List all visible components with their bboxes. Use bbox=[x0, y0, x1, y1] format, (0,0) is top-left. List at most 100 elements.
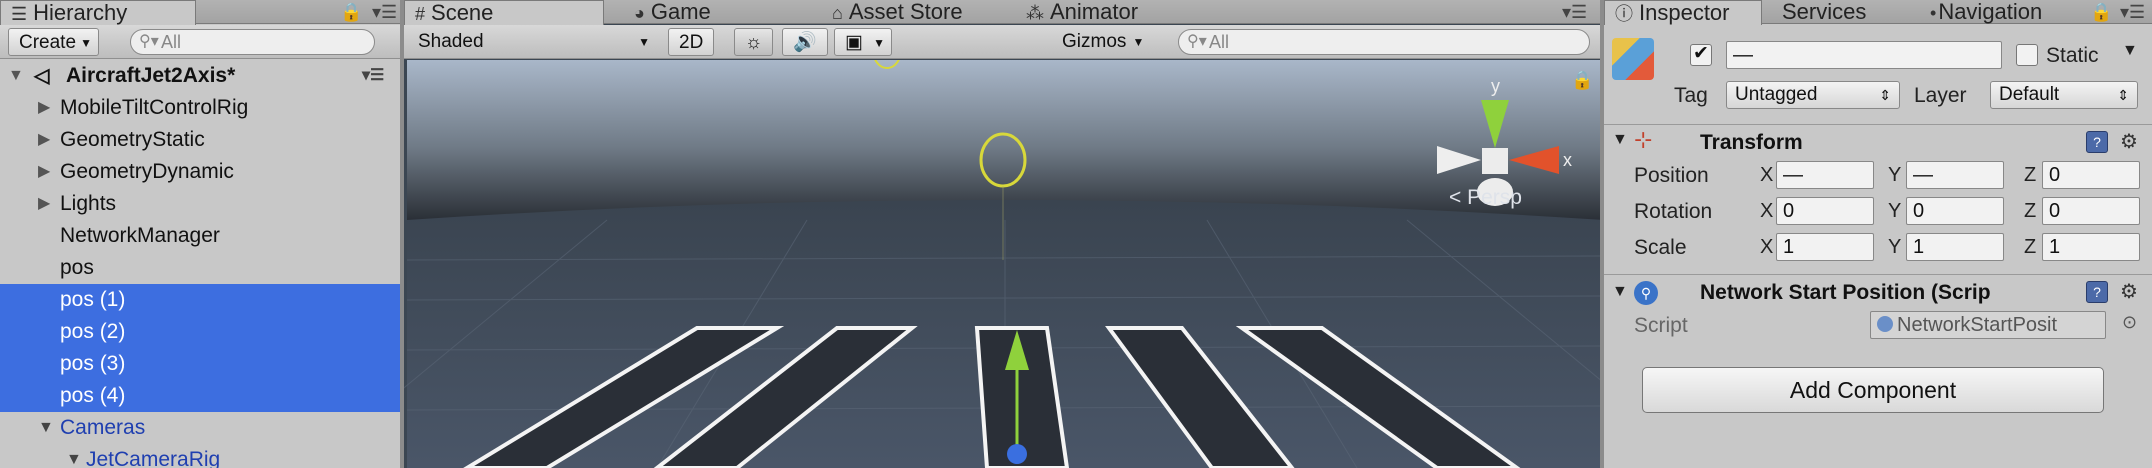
gizmo-y-label: y bbox=[1491, 76, 1500, 96]
position-x-field[interactable]: — bbox=[1776, 161, 1874, 189]
caret-down-icon: ▼ bbox=[873, 36, 885, 50]
panel-menu-icon[interactable]: ▾☰ bbox=[2120, 2, 2145, 23]
position-y-field[interactable]: — bbox=[1906, 161, 2004, 189]
collapsed-arrow-icon[interactable]: ▶ bbox=[38, 124, 50, 156]
scene-viewport[interactable]: y x 🔒 bbox=[404, 60, 1600, 468]
hierarchy-search-input[interactable]: ⚲▾ All bbox=[130, 29, 375, 55]
panel-menu-icon[interactable]: ▾☰ bbox=[1562, 2, 1587, 23]
gizmos-dropdown[interactable]: Gizmos ▼ bbox=[1052, 28, 1148, 56]
lighting-toggle[interactable]: ☼ bbox=[734, 28, 774, 56]
transform-icon: ⊹ bbox=[1634, 127, 1653, 152]
tag-dropdown[interactable]: Untagged ⇕ bbox=[1726, 81, 1900, 109]
z-axis-label: Z bbox=[2024, 236, 2037, 258]
y-axis-label: Y bbox=[1888, 164, 1902, 186]
updown-caret-icon: ⇕ bbox=[1879, 87, 1891, 103]
collapsed-arrow-icon[interactable]: ▶ bbox=[38, 156, 50, 188]
object-name-field[interactable]: — bbox=[1726, 41, 2002, 69]
tab-animator[interactable]: ⁂ Animator bbox=[1016, 0, 1148, 24]
lock-icon[interactable]: 🔒 bbox=[340, 2, 362, 23]
rotation-z-field[interactable]: 0 bbox=[2042, 197, 2140, 225]
hierarchy-item-cameras[interactable]: ▼ Cameras bbox=[0, 412, 400, 444]
active-checkbox[interactable] bbox=[1690, 42, 1712, 66]
panel-menu-icon[interactable]: ▾☰ bbox=[372, 2, 397, 23]
scene-tabbar: # Scene ◕ Game ⌂ Asset Store ⁂ Animator ▾☰ bbox=[404, 0, 1600, 25]
tab-hierarchy[interactable]: ☰ Hierarchy bbox=[0, 0, 196, 25]
add-component-button[interactable]: Add Component bbox=[1642, 367, 2104, 413]
hierarchy-item-pos[interactable]: pos bbox=[0, 252, 400, 284]
help-icon[interactable]: ? bbox=[2086, 281, 2108, 303]
hierarchy-item-networkmanager[interactable]: NetworkManager bbox=[0, 220, 400, 252]
hierarchy-item-pos-3[interactable]: pos (3) bbox=[0, 348, 400, 380]
audio-toggle[interactable]: 🔊 bbox=[782, 28, 828, 56]
gizmo-x-label: x bbox=[1563, 150, 1572, 170]
lock-icon[interactable]: 🔒 bbox=[2090, 2, 2112, 23]
y-axis-label: Y bbox=[1888, 236, 1902, 258]
static-caret-icon[interactable]: ▼ bbox=[2122, 42, 2138, 60]
caret-down-icon: ▼ bbox=[80, 36, 93, 50]
projection-label[interactable]: < Persp bbox=[1449, 186, 1522, 210]
mode-2d-toggle[interactable]: 2D bbox=[668, 28, 715, 56]
scale-label: Scale bbox=[1634, 236, 1687, 259]
script-label: Script bbox=[1634, 314, 1688, 337]
tab-inspector[interactable]: ⓘ Inspector bbox=[1604, 0, 1762, 25]
network-start-position-header[interactable]: ▼ ⚲ Network Start Position (Scrip ? ⚙ bbox=[1604, 274, 2152, 308]
position-z-field[interactable]: 0 bbox=[2042, 161, 2140, 189]
scene-root-row[interactable]: ▼ ◁ AircraftJet2Axis* ▾☰ bbox=[0, 60, 400, 92]
scale-y-field[interactable]: 1 bbox=[1906, 233, 2004, 261]
tab-navigation[interactable]: •Navigation bbox=[1920, 0, 2052, 24]
shading-mode-dropdown[interactable]: Shaded ▼ bbox=[408, 28, 658, 56]
y-axis-label: Y bbox=[1888, 200, 1902, 222]
inspector-tabbar: ⓘ Inspector Services •Navigation 🔒 ▾☰ bbox=[1604, 0, 2152, 25]
rotation-label: Rotation bbox=[1634, 200, 1713, 223]
hierarchy-item-lights[interactable]: ▶ Lights bbox=[0, 188, 400, 220]
scale-x-field[interactable]: 1 bbox=[1776, 233, 1874, 261]
gear-icon[interactable]: ⚙ bbox=[2120, 129, 2138, 154]
help-icon[interactable]: ? bbox=[2086, 131, 2108, 153]
expand-arrow-icon[interactable]: ▼ bbox=[8, 60, 24, 92]
hierarchy-item-pos-1[interactable]: pos (1) bbox=[0, 284, 400, 316]
bag-icon: ⌂ bbox=[832, 3, 843, 23]
hierarchy-item-mobiletiltcontrolrig[interactable]: ▶ MobileTiltControlRig bbox=[0, 92, 400, 124]
lock-icon[interactable]: 🔒 bbox=[1571, 70, 1593, 90]
gizmo-center-cube[interactable] bbox=[1482, 148, 1508, 174]
expand-arrow-icon[interactable]: ▼ bbox=[38, 412, 54, 444]
expand-arrow-icon[interactable]: ▼ bbox=[1612, 131, 1628, 149]
collapsed-arrow-icon[interactable]: ▶ bbox=[38, 92, 50, 124]
scene-toolbar: Shaded ▼ 2D ☼ 🔊 ▣ ▼ Gizmos ▼ ⚲▾ All bbox=[404, 25, 1600, 59]
tab-scene[interactable]: # Scene bbox=[404, 0, 604, 25]
create-dropdown[interactable]: Create ▼ bbox=[8, 28, 100, 56]
inspector-panel: ⓘInspector Services •Navigation 🔒 ▾☰ — S… bbox=[1604, 0, 2152, 468]
tab-game[interactable]: ◕ Game bbox=[624, 0, 721, 24]
tab-services[interactable]: Services bbox=[1772, 0, 1876, 24]
effects-dropdown[interactable]: ▣ ▼ bbox=[834, 28, 892, 56]
expand-arrow-icon[interactable]: ▼ bbox=[66, 444, 82, 468]
x-axis-label: X bbox=[1760, 164, 1774, 186]
z-axis-handle[interactable] bbox=[1007, 444, 1027, 464]
speaker-icon: 🔊 bbox=[793, 32, 817, 53]
layer-dropdown[interactable]: Default ⇕ bbox=[1990, 81, 2138, 109]
scene-search-input[interactable]: ⚲▾ All bbox=[1178, 29, 1590, 55]
updown-caret-icon: ⇕ bbox=[2117, 87, 2129, 103]
script-field[interactable]: NetworkStartPosit bbox=[1870, 311, 2106, 339]
scale-z-field[interactable]: 1 bbox=[2042, 233, 2140, 261]
hierarchy-item-geometrystatic[interactable]: ▶ GeometryStatic bbox=[0, 124, 400, 156]
transform-header[interactable]: ▼ ⊹ Transform ? ⚙ bbox=[1604, 124, 2152, 158]
info-icon: ⓘ bbox=[1615, 4, 1633, 24]
static-label: Static bbox=[2046, 44, 2099, 67]
hierarchy-item-jetcamerarig[interactable]: ▼ JetCameraRig bbox=[0, 444, 400, 468]
rotation-x-field[interactable]: 0 bbox=[1776, 197, 1874, 225]
expand-arrow-icon[interactable]: ▼ bbox=[1612, 283, 1628, 301]
rotation-y-field[interactable]: 0 bbox=[1906, 197, 2004, 225]
list-icon: ☰ bbox=[11, 4, 28, 24]
search-icon: ⚲▾ bbox=[1187, 33, 1207, 50]
hierarchy-item-pos-2[interactable]: pos (2) bbox=[0, 316, 400, 348]
tab-asset-store[interactable]: ⌂ Asset Store bbox=[822, 0, 973, 24]
collapsed-arrow-icon[interactable]: ▶ bbox=[38, 188, 50, 220]
static-checkbox[interactable] bbox=[2016, 44, 2038, 66]
row-menu-icon[interactable]: ▾☰ bbox=[362, 60, 384, 92]
gear-icon[interactable]: ⚙ bbox=[2120, 279, 2138, 304]
layer-label: Layer bbox=[1914, 84, 1967, 107]
hierarchy-item-pos-4[interactable]: pos (4) bbox=[0, 380, 400, 412]
hierarchy-item-geometrydynamic[interactable]: ▶ GeometryDynamic bbox=[0, 156, 400, 188]
object-picker-icon[interactable]: ⊙ bbox=[2122, 312, 2137, 333]
